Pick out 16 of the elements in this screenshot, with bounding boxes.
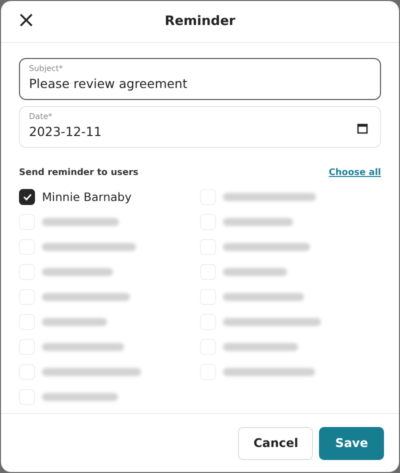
choose-all-link[interactable]: Choose all <box>328 168 381 178</box>
checkbox[interactable] <box>19 188 35 204</box>
close-button[interactable]: × <box>13 10 40 32</box>
date-field[interactable]: Date* 2023-12-11 <box>19 106 381 148</box>
field-label: Subject* <box>29 64 64 73</box>
section-heading: Send reminder to users <box>19 168 138 178</box>
calendar-icon[interactable] <box>357 123 368 134</box>
subject-field[interactable]: Subject* Please review agreement <box>19 58 381 100</box>
save-button[interactable]: Save <box>319 426 384 460</box>
user-name: Minnie Barnaby <box>42 190 132 204</box>
check-icon <box>22 192 32 200</box>
dialog-title: Reminder <box>164 14 236 29</box>
cancel-button[interactable]: Cancel <box>238 426 314 460</box>
date-input[interactable]: 2023-12-11 <box>29 124 329 139</box>
subject-input[interactable]: Please review agreement <box>29 76 329 91</box>
field-label: Date* <box>29 112 54 121</box>
